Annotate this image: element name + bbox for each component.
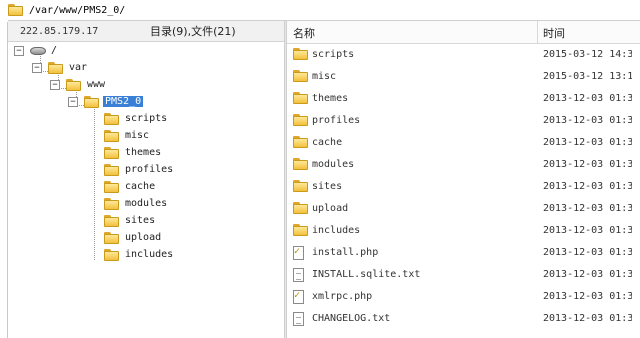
collapse-toggle[interactable]: −	[14, 45, 24, 56]
column-time-header[interactable]: 时间	[543, 25, 565, 41]
folder-icon	[293, 92, 309, 104]
file-name: install.php	[312, 247, 379, 258]
file-row[interactable]: profiles 2013-12-03 01:35	[287, 110, 640, 132]
file-time: 2013-12-03 01:36	[543, 159, 640, 170]
file-time: 2013-12-03 01:35	[543, 93, 640, 104]
folder-icon	[293, 114, 309, 126]
folder-icon	[293, 70, 309, 82]
file-name: modules	[312, 159, 355, 170]
host-address: 222.85.179.17	[20, 25, 99, 37]
folder-icon	[104, 146, 120, 159]
tree-node-sites[interactable]: sites	[104, 212, 155, 229]
connection-status: 222.85.179.17 目录(9),文件(21)	[8, 21, 284, 42]
folder-icon	[104, 214, 120, 227]
file-list-header: 名称 时间	[287, 21, 640, 44]
column-name-header[interactable]: 名称	[293, 25, 315, 41]
vertical-scrollbar[interactable]	[632, 44, 640, 338]
file-name: upload	[312, 203, 349, 214]
file-name: xmlrpc.php	[312, 291, 373, 302]
tree-node-pms2-0[interactable]: − PMS2_0	[68, 93, 144, 110]
folder-icon	[293, 202, 309, 214]
tree-node-themes[interactable]: themes	[104, 144, 161, 161]
file-time: 2013-12-03 01:35	[543, 313, 640, 324]
file-name: cache	[312, 137, 343, 148]
path-bar[interactable]: /var/www/PMS2_0/	[8, 0, 640, 21]
file-time: 2013-12-03 01:35	[543, 291, 640, 302]
collapse-toggle[interactable]: −	[68, 96, 78, 107]
file-name: includes	[312, 225, 361, 236]
file-row[interactable]: misc 2015-03-12 13:11	[287, 66, 640, 88]
tree-node-includes[interactable]: includes	[104, 246, 173, 263]
collapse-toggle[interactable]: −	[50, 79, 60, 90]
file-name: scripts	[312, 49, 355, 60]
file-time: 2015-03-12 13:11	[543, 71, 640, 82]
collapse-toggle[interactable]: −	[32, 62, 42, 73]
file-time: 2013-12-03 01:35	[543, 247, 640, 258]
folder-icon	[48, 61, 64, 74]
text-file-icon	[293, 268, 304, 282]
folder-icon	[104, 180, 120, 193]
file-row[interactable]: sites 2013-12-03 01:35	[287, 176, 640, 198]
file-row[interactable]: upload 2013-12-03 01:35	[287, 198, 640, 220]
file-row[interactable]: CHANGELOG.txt 2013-12-03 01:35	[287, 308, 640, 330]
tree-node-www[interactable]: − www	[50, 76, 105, 93]
file-time: 2013-12-03 01:36	[543, 137, 640, 148]
file-list[interactable]: scripts 2015-03-12 14:36 misc 2015-03-12 13…	[287, 44, 640, 338]
file-row[interactable]: includes 2013-12-03 01:35	[287, 220, 640, 242]
tree-node-scripts[interactable]: scripts	[104, 110, 167, 127]
folder-icon	[8, 4, 24, 16]
folder-icon	[293, 180, 309, 192]
file-time: 2013-12-03 01:35	[543, 181, 640, 192]
file-row[interactable]: scripts 2015-03-12 14:36	[287, 44, 640, 66]
php-file-icon	[293, 246, 304, 260]
folder-icon	[293, 136, 309, 148]
tree-node-var[interactable]: − var	[32, 59, 87, 76]
folder-icon	[104, 112, 120, 125]
file-name: INSTALL.sqlite.txt	[312, 269, 421, 280]
folder-icon	[293, 48, 309, 60]
left-edge-fragment	[0, 22, 8, 338]
folder-icon	[104, 197, 120, 210]
folder-icon	[293, 224, 309, 236]
text-file-icon	[293, 312, 304, 326]
file-name: CHANGELOG.txt	[312, 313, 391, 324]
folder-icon	[104, 163, 120, 176]
folder-icon	[66, 78, 82, 91]
folder-icon	[104, 248, 120, 261]
tree-node-root[interactable]: − /	[14, 42, 57, 59]
file-name: sites	[312, 181, 343, 192]
file-row[interactable]: install.php 2013-12-03 01:35	[287, 242, 640, 264]
file-time: 2013-12-03 01:35	[543, 115, 640, 126]
current-path: /var/www/PMS2_0/	[29, 4, 126, 16]
file-time: 2015-03-12 14:36	[543, 49, 640, 60]
folder-icon	[104, 129, 120, 142]
file-time: 2013-12-03 01:35	[543, 269, 640, 280]
file-time: 2013-12-03 01:35	[543, 203, 640, 214]
tree-node-cache[interactable]: cache	[104, 178, 155, 195]
file-row[interactable]: INSTALL.sqlite.txt 2013-12-03 01:35	[287, 264, 640, 286]
file-time: 2013-12-03 01:35	[543, 225, 640, 236]
file-name: themes	[312, 93, 349, 104]
file-row[interactable]: modules 2013-12-03 01:36	[287, 154, 640, 176]
item-count: 目录(9),文件(21)	[150, 25, 236, 38]
php-file-icon	[293, 290, 304, 304]
folder-icon	[104, 231, 120, 244]
tree-node-profiles[interactable]: profiles	[104, 161, 173, 178]
folder-open-icon	[84, 95, 100, 108]
tree-node-modules[interactable]: modules	[104, 195, 167, 212]
tree-node-misc[interactable]: misc	[104, 127, 149, 144]
folder-icon	[293, 158, 309, 170]
file-name: profiles	[312, 115, 361, 126]
file-row[interactable]: xmlrpc.php 2013-12-03 01:35	[287, 286, 640, 308]
file-name: misc	[312, 71, 337, 82]
file-row[interactable]: cache 2013-12-03 01:36	[287, 132, 640, 154]
drive-icon	[30, 46, 46, 55]
directory-tree[interactable]: − / − var − www − PMS2_0 scripts misc them…	[8, 42, 284, 338]
tree-node-upload[interactable]: upload	[104, 229, 161, 246]
file-row[interactable]: themes 2013-12-03 01:35	[287, 88, 640, 110]
